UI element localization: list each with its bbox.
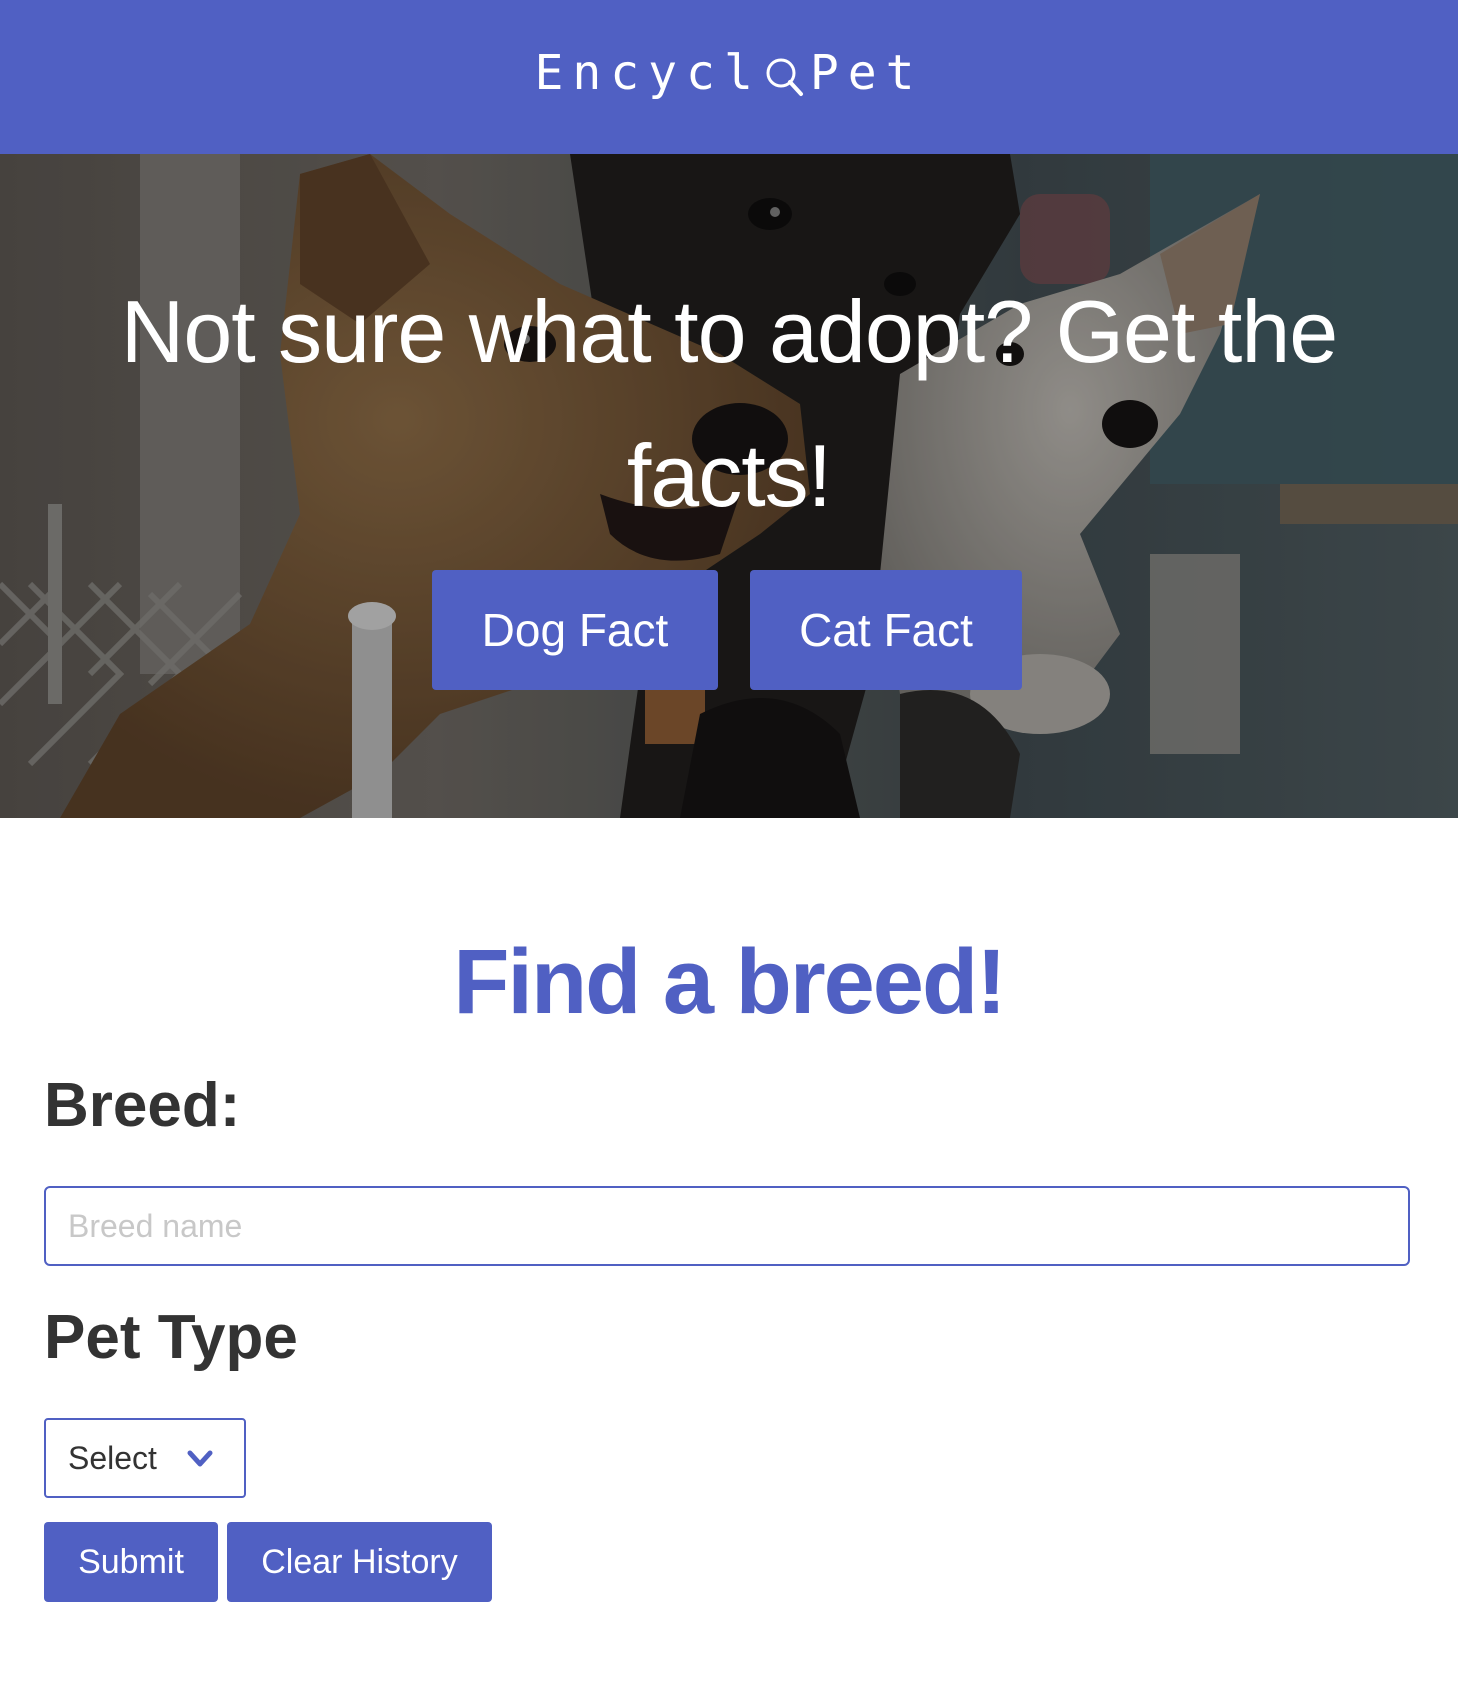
- logo-text-end: Pet: [809, 45, 924, 101]
- hero-headline: Not sure what to adopt? Get the facts!: [120, 282, 1338, 525]
- clear-history-button[interactable]: Clear History: [227, 1522, 492, 1602]
- cat-fact-button[interactable]: Cat Fact: [750, 570, 1022, 690]
- logo-text-start: Encycl: [534, 45, 762, 101]
- dog-fact-button[interactable]: Dog Fact: [432, 570, 718, 690]
- pet-type-label: Pet Type: [44, 1303, 298, 1372]
- pet-type-selected-value: Select: [68, 1439, 157, 1476]
- site-header: Encycl Pet: [0, 0, 1458, 154]
- breed-label: Breed:: [44, 1071, 241, 1140]
- hero-banner: Not sure what to adopt? Get the facts! D…: [0, 154, 1458, 818]
- site-logo[interactable]: Encycl Pet: [534, 45, 923, 101]
- chevron-down-icon: [187, 1450, 213, 1467]
- pet-type-select[interactable]: Select: [44, 1418, 246, 1498]
- find-breed-heading: Find a breed!: [453, 931, 1007, 1033]
- magnifier-icon: [766, 58, 803, 96]
- breed-name-input[interactable]: [44, 1186, 1410, 1266]
- submit-button[interactable]: Submit: [44, 1522, 218, 1602]
